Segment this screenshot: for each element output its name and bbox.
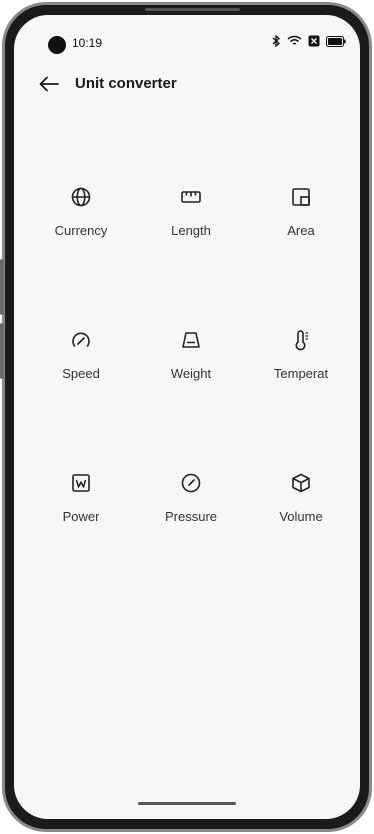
watt-icon bbox=[72, 474, 90, 492]
weight-icon bbox=[182, 332, 200, 348]
converter-label: Temperat bbox=[273, 366, 329, 381]
speaker-grille bbox=[145, 8, 240, 11]
converter-length[interactable]: Length bbox=[136, 185, 246, 328]
front-camera bbox=[48, 36, 66, 54]
phone-frame: 10:19 Unit converter Currency Length Are… bbox=[0, 2, 372, 832]
page-title: Unit converter bbox=[75, 75, 177, 92]
battery-saver-icon bbox=[308, 35, 320, 47]
converter-speed[interactable]: Speed bbox=[26, 328, 136, 471]
cube-icon bbox=[292, 473, 310, 493]
ruler-icon bbox=[181, 191, 201, 203]
converter-label: Volume bbox=[279, 509, 323, 524]
converter-weight[interactable]: Weight bbox=[136, 328, 246, 471]
converter-label: Length bbox=[171, 223, 211, 238]
converter-power[interactable]: Power bbox=[26, 471, 136, 614]
battery-icon bbox=[326, 35, 346, 47]
converter-label: Area bbox=[287, 223, 315, 238]
bluetooth-icon bbox=[272, 35, 280, 47]
converter-area[interactable]: Area bbox=[246, 185, 356, 328]
status-time: 10:19 bbox=[72, 36, 103, 50]
converter-label: Pressure bbox=[164, 509, 218, 524]
converter-pressure[interactable]: Pressure bbox=[136, 471, 246, 614]
power-button bbox=[0, 323, 4, 379]
speedometer-icon bbox=[72, 332, 90, 347]
area-icon bbox=[292, 188, 310, 206]
gauge-icon bbox=[181, 473, 201, 493]
screen: 10:19 Unit converter Currency Length Are… bbox=[14, 15, 360, 819]
converter-temperature[interactable]: Temperat bbox=[246, 328, 356, 471]
converter-label: Currency bbox=[54, 223, 108, 238]
converter-grid: Currency Length Area Speed Weight Temper… bbox=[26, 185, 356, 614]
status-icons bbox=[272, 35, 346, 47]
globe-icon bbox=[71, 187, 91, 207]
volume-button bbox=[0, 259, 4, 315]
app-bar: Unit converter bbox=[14, 67, 360, 107]
home-indicator[interactable] bbox=[138, 802, 236, 805]
wifi-icon bbox=[287, 35, 302, 45]
back-button[interactable] bbox=[36, 71, 62, 97]
converter-currency[interactable]: Currency bbox=[26, 185, 136, 328]
converter-volume[interactable]: Volume bbox=[246, 471, 356, 614]
status-bar: 10:19 bbox=[14, 15, 360, 55]
arrow-left-icon bbox=[39, 76, 59, 92]
thermometer-icon bbox=[295, 330, 308, 351]
converter-label: Speed bbox=[62, 366, 100, 381]
converter-label: Weight bbox=[170, 366, 212, 381]
converter-label: Power bbox=[62, 509, 100, 524]
